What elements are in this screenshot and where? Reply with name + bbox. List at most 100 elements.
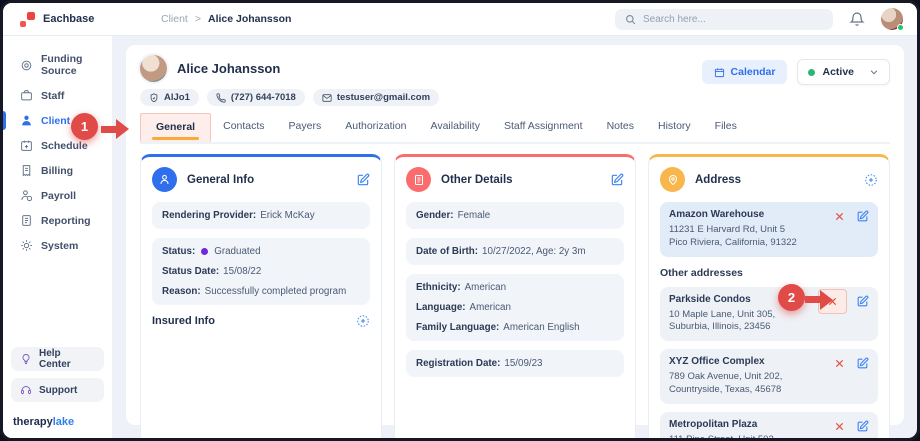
client-badges: AlJo1 (727) 644-7018 testuser@gmail.com (140, 89, 440, 106)
chevron-down-icon (870, 70, 878, 75)
sidebar-item-billing[interactable]: Billing (3, 158, 112, 183)
status-dropdown[interactable]: Active (797, 59, 890, 85)
edit-general-info-icon[interactable] (356, 173, 370, 187)
receipt-icon (22, 165, 31, 177)
client-id-badge: AlJo1 (140, 89, 199, 106)
other-details-card: Other Details Gender: Female Date of Birt… (394, 154, 636, 438)
tab-staff-assignment[interactable]: Staff Assignment (492, 113, 595, 142)
other-details-icon (406, 167, 431, 192)
delete-address-icon[interactable] (832, 419, 847, 434)
sidebar-item-schedule[interactable]: Schedule (3, 133, 112, 158)
edit-address-icon[interactable] (856, 357, 869, 370)
reason-value: Successfully completed program (204, 286, 347, 297)
sidebar-item-label: Staff (41, 89, 65, 102)
address-line1: 789 Oak Avenue, Unit 202, (669, 371, 783, 383)
search-input[interactable] (643, 13, 823, 25)
add-address-icon[interactable] (864, 173, 878, 187)
support-button[interactable]: Support (11, 378, 104, 402)
dob-box: Date of Birth: 10/27/2022, Age: 2y 3m (406, 238, 624, 265)
calendar-button[interactable]: Calendar (701, 60, 788, 84)
edit-address-icon[interactable] (856, 210, 869, 223)
person-icon (22, 115, 31, 126)
tab-payers[interactable]: Payers (277, 113, 334, 142)
add-insured-info-icon[interactable] (356, 314, 370, 328)
sidebar-item-label: System (41, 239, 79, 252)
address-name: Parkside Condos (669, 293, 751, 305)
status-value: Graduated (214, 246, 261, 257)
payroll-icon (21, 190, 33, 202)
address-title: Address (695, 173, 742, 186)
active-status-dot (808, 68, 816, 76)
tab-authorization[interactable]: Authorization (333, 113, 418, 142)
tab-notes[interactable]: Notes (595, 113, 646, 142)
help-center-button[interactable]: Help Center (11, 347, 104, 371)
rendering-provider-box: Rendering Provider: Erick McKay (152, 202, 370, 229)
delete-address-icon[interactable] (832, 356, 847, 371)
gender-box: Gender: Female (406, 202, 624, 229)
client-email-value: testuser@gmail.com (336, 92, 431, 103)
breadcrumb: Client > Alice Johansson (161, 13, 291, 25)
tab-files[interactable]: Files (703, 113, 749, 142)
notification-bell-icon[interactable] (849, 11, 865, 27)
brand-name: Eachbase (43, 13, 95, 25)
calendar-icon (714, 67, 724, 77)
calendar-button-label: Calendar (730, 66, 776, 78)
topbar-right (615, 8, 917, 31)
tab-contacts[interactable]: Contacts (211, 113, 276, 142)
user-avatar[interactable] (881, 8, 904, 31)
address-line1: 111 Pine Street, Unit 502, (669, 434, 869, 438)
other-details-title: Other Details (441, 173, 513, 186)
address-card: Address Amazon Warehouse 11231 E Harvard… (648, 154, 890, 438)
gear-icon (21, 240, 32, 251)
rendering-provider-value: Erick McKay (260, 210, 315, 221)
status-date-value: 15/08/22 (223, 266, 262, 277)
other-addresses-heading: Other addresses (660, 266, 743, 279)
annotation-step-2: 2 (778, 283, 805, 311)
edit-address-icon[interactable] (856, 295, 869, 308)
family-language-value: American English (503, 322, 580, 333)
other-address-xyz: XYZ Office Complex 789 Oak Avenue, Unit … (660, 349, 878, 404)
address-name: Metropolitan Plaza (669, 418, 758, 430)
client-phone-badge: (727) 644-7018 (206, 89, 305, 106)
insured-info-heading: Insured Info (152, 315, 215, 327)
sidebar: Funding Source Staff Client Schedule Bil… (3, 36, 113, 438)
sidebar-item-label: Payroll (41, 189, 77, 202)
brand[interactable]: Eachbase (3, 3, 113, 35)
gender-value: Female (457, 210, 491, 221)
tab-general[interactable]: General 1 (71, 113, 212, 142)
search-box[interactable] (615, 8, 833, 30)
sidebar-item-label: Schedule (41, 139, 88, 152)
top-bar: Eachbase Client > Alice Johansson (3, 3, 917, 36)
mail-icon (322, 93, 332, 102)
address-icon (660, 167, 685, 192)
client-id-value: AlJo1 (164, 92, 190, 103)
sidebar-item-reporting[interactable]: Reporting (3, 208, 112, 233)
brand-logo-icon (20, 11, 35, 27)
edit-address-icon[interactable] (856, 420, 869, 433)
registration-box: Registration Date: 15/09/23 (406, 350, 624, 377)
general-info-icon (152, 167, 177, 192)
tab-availability[interactable]: Availability (419, 113, 492, 142)
sidebar-item-payroll[interactable]: Payroll (3, 183, 112, 208)
other-address-metropolitan: Metropolitan Plaza 111 Pine Street, Unit… (660, 411, 878, 438)
sidebar-item-system[interactable]: System (3, 233, 112, 258)
breadcrumb-current: Alice Johansson (208, 13, 292, 25)
status-box: Status: Graduated Status Date: 15/08/22 Re… (152, 238, 370, 305)
client-phone-value: (727) 644-7018 (230, 92, 296, 103)
tab-label: General (156, 121, 196, 133)
phone-icon (216, 92, 226, 103)
edit-other-details-icon[interactable] (610, 173, 624, 187)
tab-history[interactable]: History (646, 113, 703, 142)
language-value: American (469, 302, 511, 313)
help-center-label: Help Center (39, 348, 71, 370)
annotation-step-1: 1 (71, 113, 98, 140)
breadcrumb-parent[interactable]: Client (161, 13, 188, 25)
client-avatar (140, 55, 167, 82)
address-line2: Suburbia, Illinois, 23456 (669, 321, 771, 333)
sidebar-item-staff[interactable]: Staff (3, 83, 112, 108)
delete-address-icon[interactable] (832, 209, 847, 224)
sidebar-item-funding-source[interactable]: Funding Source (3, 47, 112, 83)
annotation-arrow-2 (805, 289, 833, 310)
ethnicity-value: American (464, 282, 507, 293)
sidebar-item-label: Funding Source (41, 53, 83, 77)
